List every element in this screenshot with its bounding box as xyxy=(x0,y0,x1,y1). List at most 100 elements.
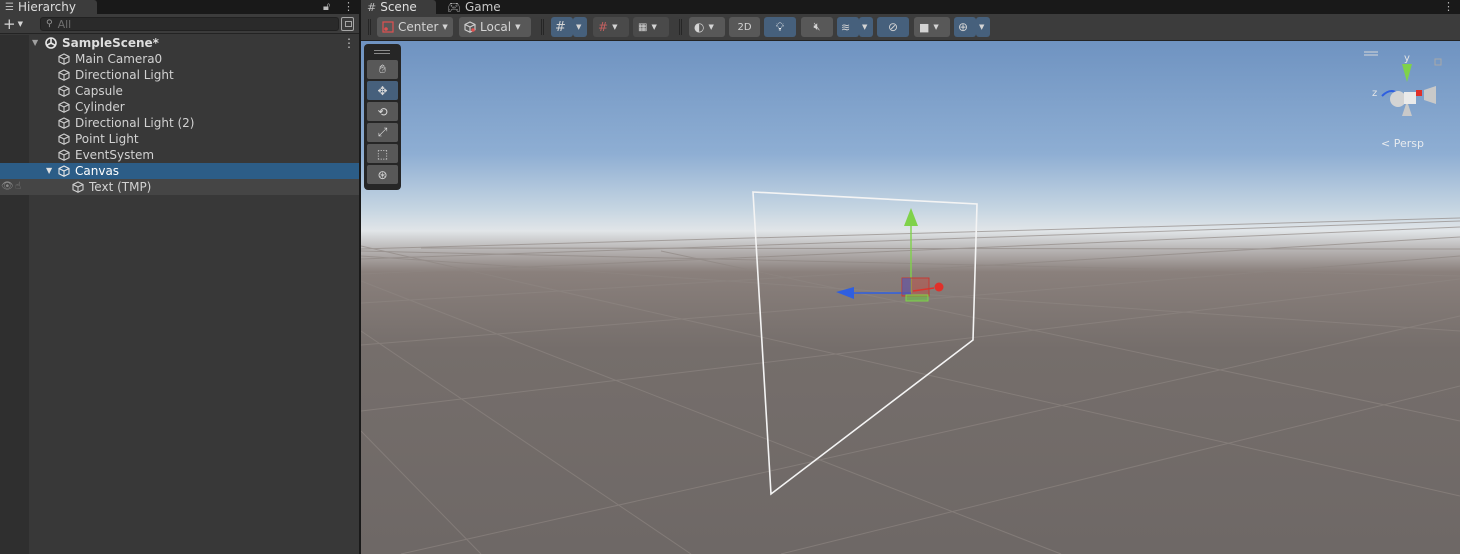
lock-icon[interactable] xyxy=(1434,58,1442,66)
transform-all-icon: ⊛ xyxy=(377,167,388,182)
item-label: Cylinder xyxy=(75,100,125,114)
grid-toggle-button[interactable]: # xyxy=(551,17,573,37)
item-label: Capsule xyxy=(75,84,123,98)
item-label: Directional Light (2) xyxy=(75,116,195,130)
hand-tool-button[interactable]: ✋︎ xyxy=(367,60,398,79)
camera-settings-dropdown[interactable]: ■ ▼ xyxy=(914,17,950,37)
unity-editor-window: ☰ Hierarchy 🔓︎ ⋮ + ▼ ⚲ All ▼ SampleScene… xyxy=(0,0,1460,554)
pivot-center-icon xyxy=(382,21,394,33)
rotate-tool-button[interactable]: ⟲ xyxy=(367,102,398,121)
pivot-rotation-dropdown[interactable]: Local ▼ xyxy=(459,17,531,37)
move-tool-button[interactable]: ✥ xyxy=(367,81,398,100)
list-item[interactable]: Directional Light (2) xyxy=(0,115,359,131)
scene-panel: # Scene 🎮︎ Game ⋮ Center ▼ Local ▼ # ▼ #… xyxy=(361,0,1460,554)
2d-label: 2D xyxy=(737,21,752,33)
chevron-down-icon[interactable]: ▼ xyxy=(46,163,52,179)
pivot-mode-dropdown[interactable]: Center ▼ xyxy=(377,17,453,37)
toolbar-drag-handle[interactable] xyxy=(368,19,371,35)
chevron-down-icon: ▼ xyxy=(442,23,448,31)
gameobject-cube-icon xyxy=(58,101,70,113)
list-item[interactable]: 👁︎ ☝︎ Text (TMP) xyxy=(0,179,359,195)
gizmos-sphere-icon: ⊕ xyxy=(958,20,969,34)
hierarchy-toolbar: + ▼ ⚲ All xyxy=(0,14,359,34)
effects-toggle-button[interactable]: ≋ xyxy=(837,17,859,37)
gameobject-cube-icon xyxy=(58,165,70,177)
audio-muted-icon: 🔇︎ xyxy=(813,20,821,33)
local-cube-icon xyxy=(464,21,476,33)
more-options-icon[interactable]: ⋮ xyxy=(343,0,354,14)
scale-tool-button[interactable]: ⤢ xyxy=(367,123,398,142)
shaded-sphere-icon: ◐ xyxy=(694,20,705,34)
projection-label[interactable]: < Persp xyxy=(1381,137,1424,150)
list-item[interactable]: Point Light xyxy=(0,131,359,147)
scene-visibility-button[interactable]: ⊘ xyxy=(877,17,909,37)
chevron-down-icon: ▼ xyxy=(979,23,985,31)
draw-mode-dropdown[interactable]: ◐ ▼ xyxy=(689,17,725,37)
list-item[interactable]: Directional Light xyxy=(0,67,359,83)
scene-name: SampleScene* xyxy=(62,36,159,50)
effects-options-dropdown[interactable]: ▼ xyxy=(859,17,873,37)
list-item[interactable]: Main Camera0 xyxy=(0,51,359,67)
scene-toolbar: Center ▼ Local ▼ # ▼ # ▼ ▦ ▼ ◐ ▼ 2D 💡︎ 🔇… xyxy=(361,14,1460,41)
scene-row[interactable]: ▼ SampleScene* ⋮ xyxy=(0,35,359,51)
scene-viewport[interactable]: ✋︎ ✥ ⟲ ⤢ ⬚ ⊛ y z < Persp xyxy=(361,41,1460,554)
add-object-button[interactable]: + ▼ xyxy=(3,15,29,33)
hierarchy-tab-bar: ☰ Hierarchy 🔓︎ ⋮ xyxy=(0,0,359,14)
plus-icon: + xyxy=(3,15,16,33)
hierarchy-search-input[interactable]: ⚲ All xyxy=(40,17,339,31)
pickable-hand-icon[interactable]: ☝︎ xyxy=(15,179,21,195)
unity-scene-icon xyxy=(45,37,57,49)
transform-tool-button[interactable]: ⊛ xyxy=(367,165,398,184)
tab-game[interactable]: 🎮︎ Game xyxy=(445,0,501,14)
list-item[interactable]: Capsule xyxy=(0,83,359,99)
tab-scene[interactable]: # Scene xyxy=(361,0,436,14)
snap-grid-icon: # xyxy=(598,20,609,34)
scene-tab-bar: # Scene 🎮︎ Game ⋮ xyxy=(361,0,1460,14)
audio-toggle-button[interactable]: 🔇︎ xyxy=(801,17,833,37)
chevron-down-icon[interactable]: ▼ xyxy=(32,35,38,51)
2d-toggle-button[interactable]: 2D xyxy=(729,17,760,37)
list-item[interactable]: Cylinder xyxy=(0,99,359,115)
more-options-icon[interactable]: ⋮ xyxy=(1443,0,1454,14)
item-label: Canvas xyxy=(75,164,120,178)
toolbar-drag-handle[interactable] xyxy=(679,19,682,35)
gameobject-cube-icon xyxy=(58,53,70,65)
hierarchy-tab-label: Hierarchy xyxy=(17,0,76,14)
lighting-toggle-button[interactable]: 💡︎ xyxy=(764,17,796,37)
ruler-snap-button[interactable]: ▦ ▼ xyxy=(633,17,669,37)
rotate-icon: ⟲ xyxy=(377,104,388,119)
visibility-eye-icon[interactable]: 👁︎ xyxy=(1,179,14,195)
gizmos-toggle-button[interactable]: ⊕ xyxy=(954,17,976,37)
hierarchy-tree: ▼ SampleScene* ⋮ Main Camera0 Directiona… xyxy=(0,35,359,195)
lock-icon[interactable]: 🔓︎ xyxy=(323,0,330,14)
grid-options-dropdown[interactable]: ▼ xyxy=(573,17,587,37)
list-item[interactable]: EventSystem xyxy=(0,147,359,163)
chevron-down-icon: ▼ xyxy=(651,23,657,31)
gameobject-cube-icon xyxy=(72,181,84,193)
chevron-down-icon: ▼ xyxy=(576,23,582,31)
chevron-down-icon: ▼ xyxy=(933,23,939,31)
camera-icon: ■ xyxy=(919,20,930,34)
move-gizmo[interactable] xyxy=(361,41,1460,554)
palette-drag-handle[interactable] xyxy=(374,50,390,54)
move-arrows-icon: ✥ xyxy=(377,83,388,98)
gamepad-icon: 🎮︎ xyxy=(447,0,461,14)
list-item-selected[interactable]: ▼ Canvas xyxy=(0,163,359,179)
light-bulb-icon: 💡︎ xyxy=(775,19,785,34)
chevron-down-icon: ▼ xyxy=(17,20,23,28)
tab-scene-label: Scene xyxy=(380,0,417,14)
gizmos-options-dropdown[interactable]: ▼ xyxy=(976,17,990,37)
rect-tool-button[interactable]: ⬚ xyxy=(367,144,398,163)
chevron-down-icon: ▼ xyxy=(515,23,521,31)
gameobject-cube-icon xyxy=(58,149,70,161)
tab-hierarchy[interactable]: ☰ Hierarchy xyxy=(0,0,97,14)
pivot-mode-label: Center xyxy=(398,20,439,34)
item-label: EventSystem xyxy=(75,148,155,162)
more-options-icon[interactable]: ⋮ xyxy=(343,35,355,51)
toolbar-drag-handle[interactable] xyxy=(541,19,544,35)
increment-snap-button[interactable]: # ▼ xyxy=(593,17,629,37)
search-options-icon[interactable] xyxy=(341,17,354,31)
ruler-icon: ▦ xyxy=(638,21,648,33)
scale-icon: ⤢ xyxy=(377,125,388,139)
axis-y-label: y xyxy=(1404,53,1410,64)
